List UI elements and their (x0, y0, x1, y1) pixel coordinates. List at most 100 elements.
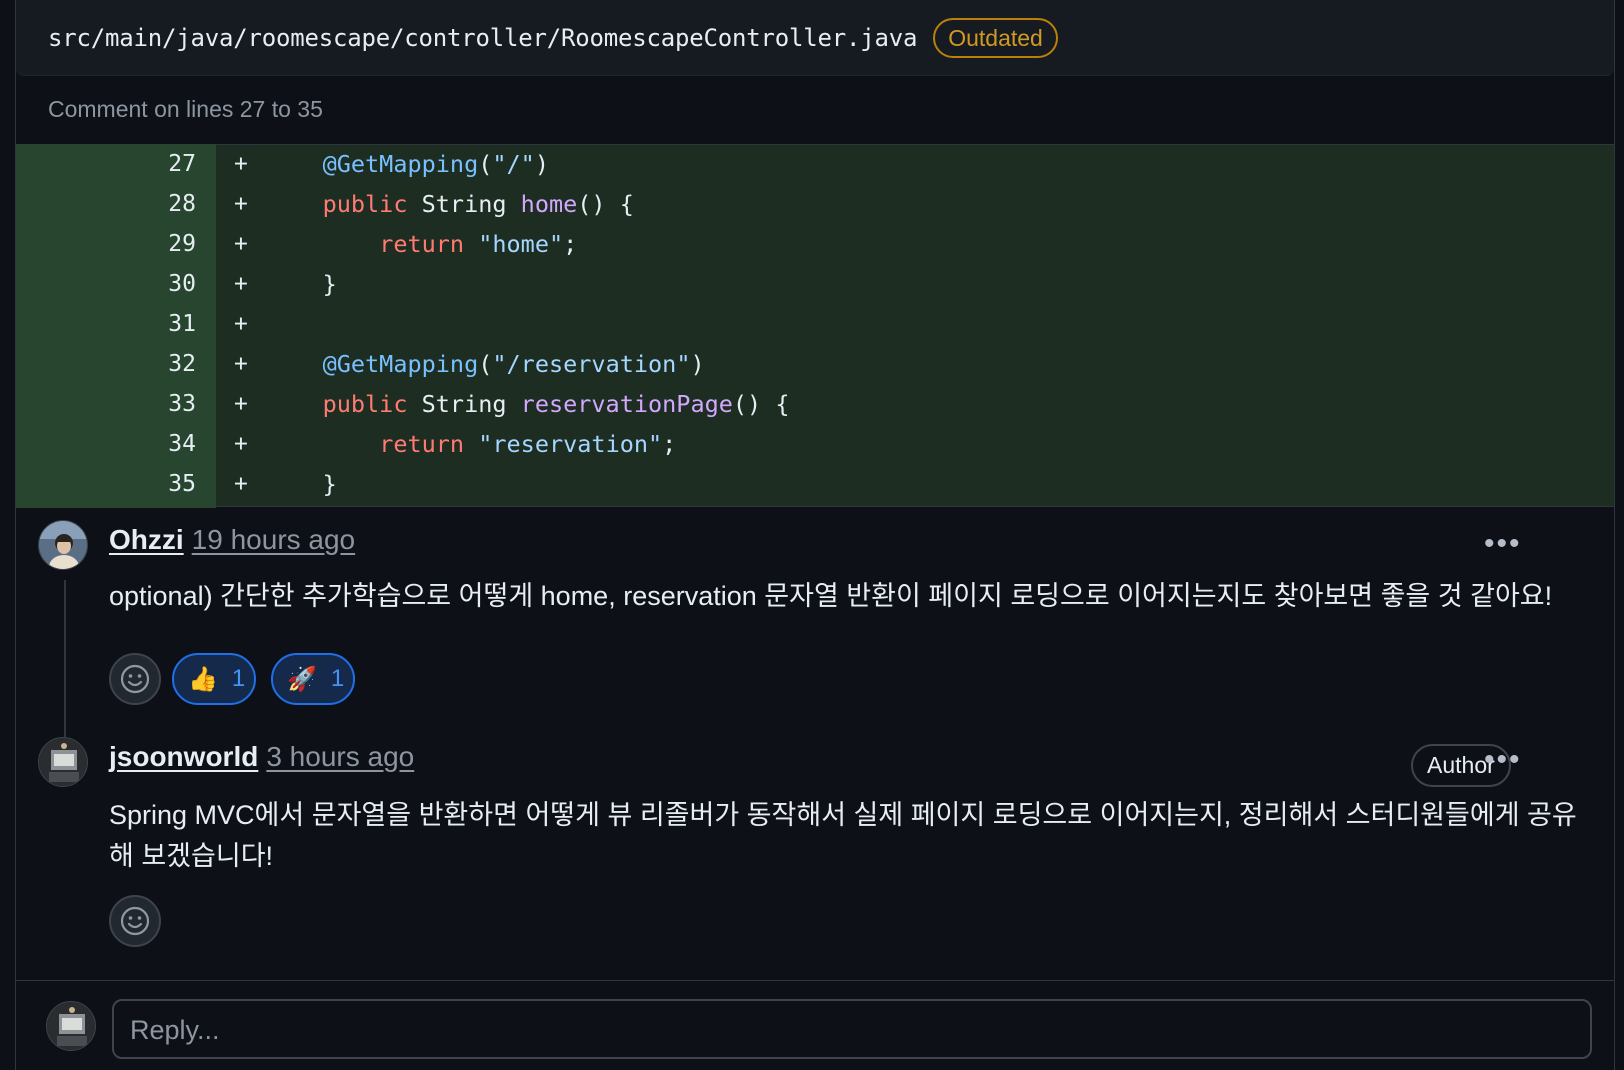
review-thread: src/main/java/roomescape/controller/Room… (15, 0, 1615, 1070)
diff-line[interactable]: 35 + } (16, 464, 1614, 504)
code-content: } (266, 264, 337, 304)
code-token: ; (563, 230, 578, 258)
diff-line[interactable]: 33 + public String reservationPage() { (16, 384, 1614, 424)
comment-body-line: Spring MVC에서 문자열을 반환하면 어떻게 뷰 리졸버가 동작해서 실… (109, 800, 1577, 830)
rocket-icon: 🚀 (287, 665, 317, 693)
code-token: @GetMapping (322, 150, 479, 178)
code-token: ; (662, 430, 677, 458)
code-token: () { (732, 390, 790, 418)
code-token: } (266, 270, 337, 298)
line-number[interactable]: 34 (16, 424, 216, 464)
code-token: String (407, 190, 521, 218)
code-token: ) (534, 150, 549, 178)
code-token: public (322, 190, 408, 218)
diff-line[interactable]: 32 + @GetMapping("/reservation") (16, 344, 1614, 384)
line-number[interactable]: 33 (16, 384, 216, 424)
code-token: "/" (492, 150, 535, 178)
diff-line[interactable]: 31 + (16, 304, 1614, 344)
reaction-count: 1 (231, 665, 246, 692)
code-token: "/reservation" (492, 350, 691, 378)
code-token: } (266, 470, 337, 498)
code-token: () { (577, 190, 634, 218)
avatar[interactable] (38, 520, 88, 570)
line-number[interactable]: 32 (16, 344, 216, 384)
avatar[interactable] (38, 737, 88, 787)
code-token: public (322, 390, 408, 418)
comment-range-label: Comment on lines 27 to 35 (48, 96, 323, 122)
avatar-jsoonworld-image (39, 738, 87, 786)
addition-marker: + (234, 391, 248, 417)
smiley-icon (120, 664, 150, 694)
more-options-icon[interactable]: ••• (1484, 745, 1522, 775)
code-content: public String home() { (266, 184, 634, 224)
addition-marker: + (234, 431, 248, 457)
diff-line[interactable]: 27 + @GetMapping("/") (16, 144, 1614, 184)
addition-marker: + (234, 311, 248, 337)
author-link[interactable]: Ohzzi (109, 524, 184, 556)
file-path-link[interactable]: src/main/java/roomescape/controller/Room… (48, 24, 917, 52)
line-number[interactable]: 30 (16, 264, 216, 304)
code-content: } (266, 464, 337, 504)
diff-line[interactable]: 30 + } (16, 264, 1614, 304)
add-reaction-button[interactable] (109, 895, 161, 947)
code-token: home (520, 190, 578, 218)
code-token: ) (690, 350, 705, 378)
code-token: ( (478, 150, 493, 178)
addition-marker: + (234, 151, 248, 177)
line-number[interactable]: 28 (16, 184, 216, 224)
thread-connector-line (64, 580, 66, 740)
reply-area: Reply... (16, 980, 1614, 1070)
code-token: String (407, 390, 521, 418)
reaction-rocket[interactable]: 🚀 1 (271, 653, 355, 705)
comment-body: optional) 간단한 추가학습으로 어떻게 home, reservati… (109, 581, 1553, 611)
line-number[interactable]: 31 (16, 304, 216, 344)
avatar-current-user-image (47, 1002, 95, 1050)
smiley-icon (120, 906, 150, 936)
add-reaction-button[interactable] (109, 653, 161, 705)
current-user-avatar (46, 1001, 96, 1051)
author-link[interactable]: jsoonworld (109, 741, 258, 773)
addition-marker: + (234, 351, 248, 377)
timestamp-link[interactable]: 19 hours ago (192, 524, 355, 556)
reply-input[interactable]: Reply... (112, 999, 1592, 1059)
comment-body: Spring MVC에서 문자열을 반환하면 어떻게 뷰 리졸버가 동작해서 실… (109, 795, 1579, 877)
reaction-count: 1 (330, 665, 345, 692)
code-token: @GetMapping (322, 350, 479, 378)
code-token: "home" (478, 230, 564, 258)
comment-body-line: 해 보겠습니다! (109, 841, 274, 871)
code-token: return (379, 230, 465, 258)
code-content: return "reservation"; (266, 424, 676, 464)
code-token: ( (478, 350, 493, 378)
reaction-thumbs-up[interactable]: 👍 1 (172, 653, 256, 705)
code-token: return (379, 430, 465, 458)
addition-marker: + (234, 471, 248, 497)
avatar-ohzzi-image (39, 521, 87, 569)
line-number[interactable]: 29 (16, 224, 216, 264)
outdated-badge: Outdated (933, 17, 1058, 58)
line-number[interactable]: 27 (16, 144, 216, 184)
code-token: reservationPage (520, 390, 733, 418)
code-content: return "home"; (266, 224, 577, 264)
addition-marker: + (234, 231, 248, 257)
line-number[interactable]: 35 (16, 464, 216, 504)
diff-line[interactable]: 29 + return "home"; (16, 224, 1614, 264)
thumbs-up-icon: 👍 (188, 665, 218, 693)
diff-line[interactable]: 28 + public String home() { (16, 184, 1614, 224)
code-content: public String reservationPage() { (266, 384, 790, 424)
timestamp-link[interactable]: 3 hours ago (266, 741, 414, 773)
diff-hunk: 27 + @GetMapping("/") 28 + public String ho… (16, 144, 1614, 508)
more-options-icon[interactable]: ••• (1484, 529, 1522, 559)
file-header: src/main/java/roomescape/controller/Room… (16, 0, 1614, 76)
code-content: @GetMapping("/reservation") (266, 344, 705, 384)
diff-line[interactable]: 34 + return "reservation"; (16, 424, 1614, 464)
addition-marker: + (234, 191, 248, 217)
comment-header: Ohzzi 19 hours ago (109, 524, 355, 556)
code-content: @GetMapping("/") (266, 144, 549, 184)
